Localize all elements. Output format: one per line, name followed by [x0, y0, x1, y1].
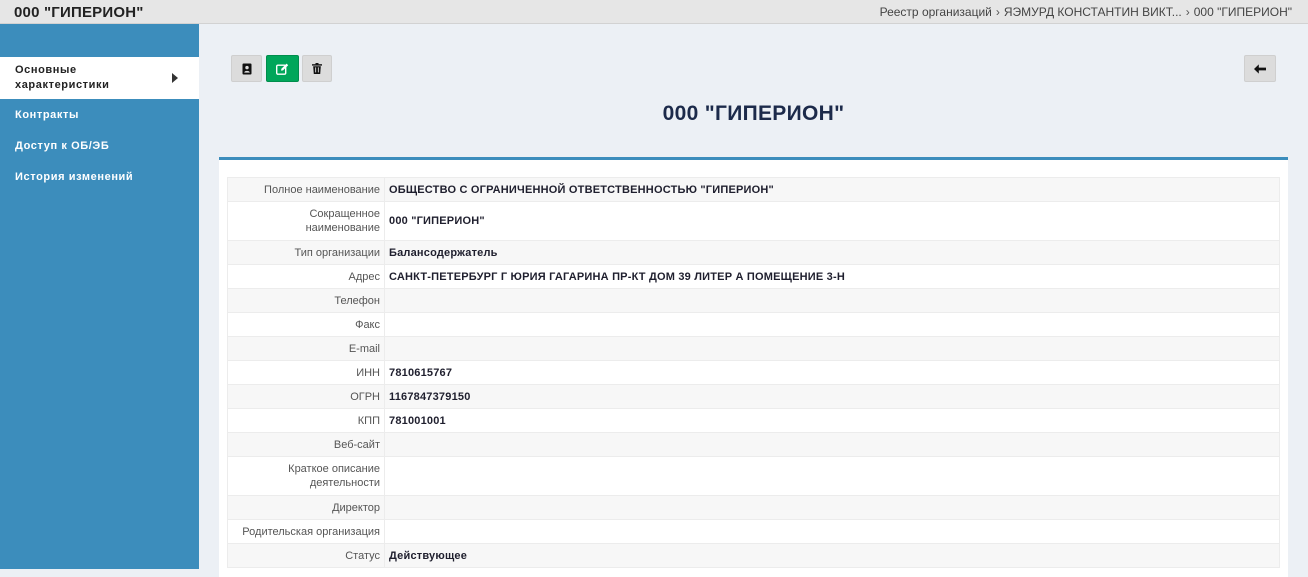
table-row: Сокращенное наименование 000 "ГИПЕРИОН" — [227, 201, 1280, 241]
sidebar-item-main-characteristics[interactable]: Основные характеристики — [0, 57, 199, 99]
field-value — [384, 336, 1280, 361]
breadcrumb-parent[interactable]: ЯЭМУРД КОНСТАНТИН ВИКТ... — [1004, 5, 1182, 19]
field-value: 1167847379150 — [384, 384, 1280, 409]
table-row: ИНН 7810615767 — [227, 360, 1280, 385]
table-row: E-mail — [227, 336, 1280, 361]
breadcrumb-current: 000 "ГИПЕРИОН" — [1193, 5, 1292, 19]
field-value — [384, 288, 1280, 313]
caret-right-icon — [172, 73, 178, 83]
top-bar: 000 "ГИПЕРИОН" Реестр организаций › ЯЭМУ… — [0, 0, 1308, 24]
field-value — [384, 495, 1280, 520]
table-row: Адрес САНКТ-ПЕТЕРБУРГ Г ЮРИЯ ГАГАРИНА ПР-… — [227, 264, 1280, 289]
edit-icon — [276, 63, 289, 75]
field-value: САНКТ-ПЕТЕРБУРГ Г ЮРИЯ ГАГАРИНА ПР-КТ ДО… — [384, 264, 1280, 289]
field-label: E-mail — [227, 336, 385, 361]
table-row: КПП 781001001 — [227, 408, 1280, 433]
sidebar-item-label: Доступ к ОБ/ЭБ — [15, 139, 110, 152]
table-row: Факс — [227, 312, 1280, 337]
page-title: 000 "ГИПЕРИОН" — [662, 102, 845, 125]
arrow-left-icon — [1254, 63, 1266, 74]
field-label: Тип организации — [227, 240, 385, 265]
trash-icon — [312, 63, 322, 74]
table-row: Полное наименование ОБЩЕСТВО С ОГРАНИЧЕНН… — [227, 177, 1280, 202]
field-value: Балансодержатель — [384, 240, 1280, 265]
field-value: Действующее — [384, 543, 1280, 568]
table-row: Директор — [227, 495, 1280, 520]
contact-card-icon — [242, 63, 251, 74]
field-value: 781001001 — [384, 408, 1280, 433]
table-row: Тип организации Балансодержатель — [227, 240, 1280, 265]
back-button[interactable] — [1244, 55, 1276, 82]
field-label: Сокращенное наименование — [227, 201, 385, 241]
field-value: 000 "ГИПЕРИОН" — [384, 201, 1280, 241]
field-label: Статус — [227, 543, 385, 568]
field-value — [384, 519, 1280, 544]
field-label: Веб-сайт — [227, 432, 385, 457]
field-label: Полное наименование — [227, 177, 385, 202]
sidebar-item-label: Основные характеристики — [15, 64, 110, 91]
field-label: Директор — [227, 495, 385, 520]
field-value: 7810615767 — [384, 360, 1280, 385]
table-row: Статус Действующее — [227, 543, 1280, 568]
edit-button[interactable] — [266, 55, 299, 82]
field-value — [384, 432, 1280, 457]
table-row: ОГРН 1167847379150 — [227, 384, 1280, 409]
contact-card-button[interactable] — [231, 55, 262, 82]
table-row: Родительская организация — [227, 519, 1280, 544]
sidebar: Основные характеристики Контракты Доступ… — [0, 24, 199, 569]
field-label: ИНН — [227, 360, 385, 385]
breadcrumb-separator: › — [1185, 5, 1190, 19]
table-row: Краткое описание деятельности — [227, 456, 1280, 496]
info-panel: Полное наименование ОБЩЕСТВО С ОГРАНИЧЕНН… — [219, 157, 1288, 577]
table-row: Веб-сайт — [227, 432, 1280, 457]
sidebar-item-contracts[interactable]: Контракты — [0, 99, 199, 130]
sidebar-item-label: Контракты — [15, 108, 79, 121]
field-label: Телефон — [227, 288, 385, 313]
sidebar-item-label: История изменений — [15, 170, 134, 183]
field-value: ОБЩЕСТВО С ОГРАНИЧЕННОЙ ОТВЕТСТВЕННОСТЬЮ… — [384, 177, 1280, 202]
breadcrumb-separator: › — [995, 5, 1000, 19]
sidebar-item-history[interactable]: История изменений — [0, 161, 199, 192]
field-value — [384, 312, 1280, 337]
sidebar-header — [0, 24, 199, 57]
field-label: Краткое описание деятельности — [227, 456, 385, 496]
sidebar-item-access[interactable]: Доступ к ОБ/ЭБ — [0, 130, 199, 161]
breadcrumb: Реестр организаций › ЯЭМУРД КОНСТАНТИН В… — [880, 5, 1292, 19]
field-label: Адрес — [227, 264, 385, 289]
field-label: Родительская организация — [227, 519, 385, 544]
info-table: Полное наименование ОБЩЕСТВО С ОГРАНИЧЕНН… — [227, 177, 1280, 568]
field-label: Факс — [227, 312, 385, 337]
breadcrumb-registry[interactable]: Реестр организаций — [880, 5, 992, 19]
table-row: Телефон — [227, 288, 1280, 313]
field-label: ОГРН — [227, 384, 385, 409]
app-title: 000 "ГИПЕРИОН" — [14, 4, 144, 21]
field-value — [384, 456, 1280, 496]
field-label: КПП — [227, 408, 385, 433]
delete-button[interactable] — [302, 55, 332, 82]
